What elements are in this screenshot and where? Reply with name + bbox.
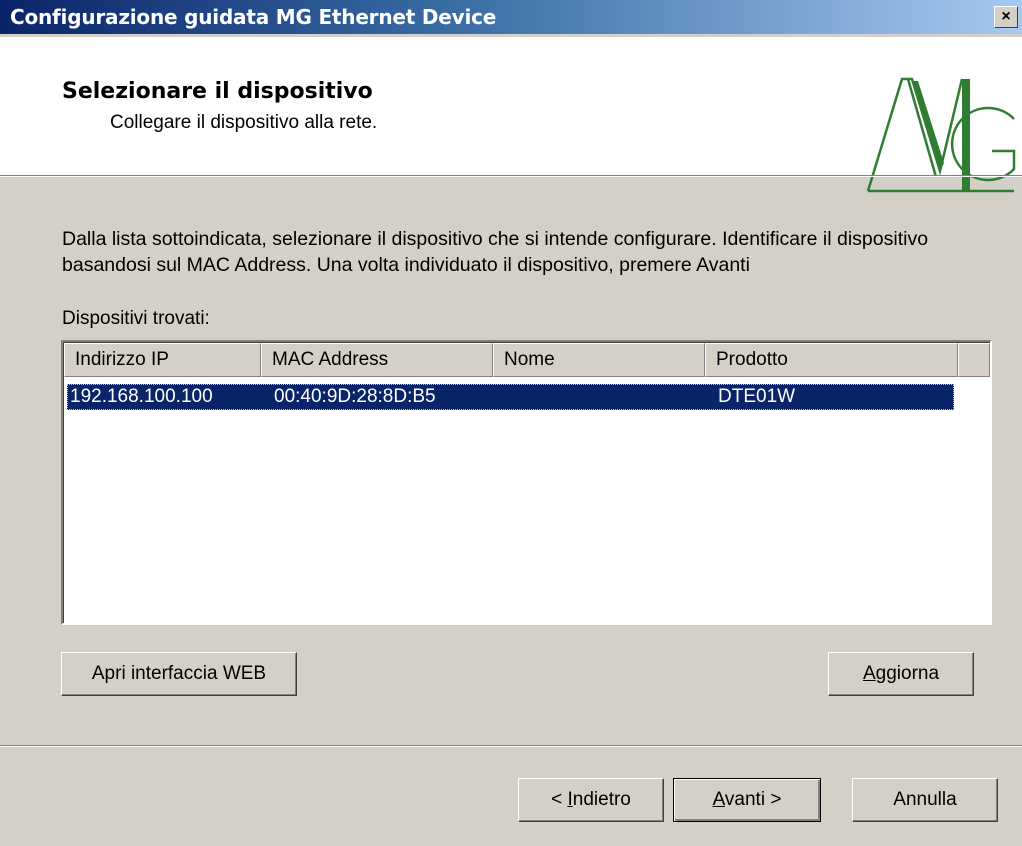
device-list[interactable]: Indirizzo IP MAC Address Nome Prodotto 1… [61, 340, 992, 625]
window-title: Configurazione guidata MG Ethernet Devic… [10, 5, 497, 29]
cell-mac: 00:40:9D:28:8D:B5 [274, 386, 436, 407]
footer-divider [0, 745, 1022, 747]
title-bar: Configurazione guidata MG Ethernet Devic… [0, 0, 1022, 37]
header-divider [0, 175, 1022, 177]
instructions-text: Dalla lista sottoindicata, selezionare i… [62, 228, 929, 276]
device-list-label: Dispositivi trovati: [62, 308, 210, 329]
column-header-filler [958, 343, 990, 377]
page-title: Selezionare il dispositivo [62, 79, 373, 104]
wizard-header: Selezionare il dispositivo Collegare il … [0, 37, 1022, 193]
column-header-mac[interactable]: MAC Address [261, 343, 493, 377]
close-button[interactable]: × [994, 6, 1018, 28]
open-web-interface-button[interactable]: Apri interfaccia WEB [61, 652, 297, 696]
refresh-button[interactable]: Aggiorna [828, 652, 974, 696]
column-header-product[interactable]: Prodotto [705, 343, 958, 377]
column-header-ip[interactable]: Indirizzo IP [64, 343, 261, 377]
cell-product: DTE01W [718, 386, 796, 407]
cancel-button[interactable]: Annulla [852, 778, 998, 822]
column-header-name[interactable]: Nome [493, 343, 705, 377]
list-header: Indirizzo IP MAC Address Nome Prodotto [64, 343, 990, 377]
table-row[interactable]: 192.168.100.100 00:40:9D:28:8D:B5 DTE01W [67, 384, 954, 410]
page-subtitle: Collegare il dispositivo alla rete. [110, 112, 378, 133]
mg-logo [866, 77, 1016, 193]
next-button[interactable]: Avanti > [673, 778, 821, 822]
back-button[interactable]: < Indietro [518, 778, 664, 822]
close-icon: × [1001, 8, 1011, 25]
cell-ip: 192.168.100.100 [70, 386, 213, 407]
